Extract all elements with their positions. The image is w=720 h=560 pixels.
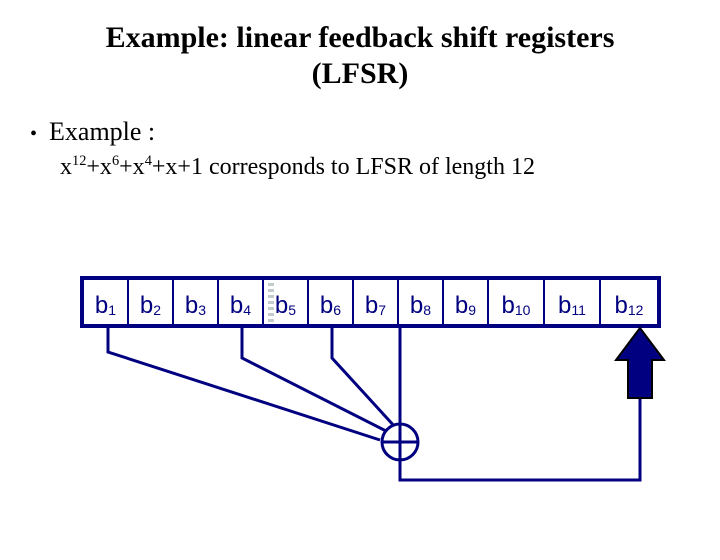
polynomial-line: x12+x6+x4+x+1 corresponds to LFSR of len… — [60, 153, 720, 181]
bullet-text: Example : — [49, 117, 155, 147]
diagram-svg — [0, 280, 720, 560]
feedback-bus — [400, 398, 640, 480]
slide-title: Example: linear feedback shift registers… — [0, 20, 720, 92]
input-arrow — [616, 328, 664, 398]
bullet-row: • Example : — [30, 117, 720, 147]
tap-lines — [108, 328, 400, 440]
register-hatch — [268, 282, 274, 322]
xor-node — [382, 424, 418, 460]
lfsr-diagram: b1b2b3b4b5b6b7b8b9b10b11b12 — [0, 280, 720, 560]
title-line-2: (LFSR) — [312, 57, 409, 90]
bullet-dot: • — [30, 124, 37, 144]
title-line-1: Example: linear feedback shift registers — [106, 21, 615, 54]
